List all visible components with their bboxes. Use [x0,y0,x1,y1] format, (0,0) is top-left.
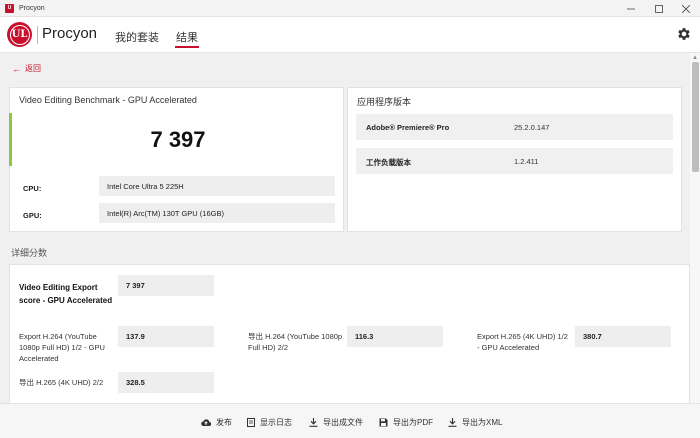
version-app-name: Adobe® Premiere® Pro [366,123,450,132]
export-xml-label: 导出为XML [462,418,503,427]
ul-logo: UL [7,22,32,47]
download-icon [448,418,457,427]
scrollbar-thumb[interactable] [692,62,699,172]
document-icon [247,418,255,427]
minimize-button[interactable] [617,0,645,17]
detail-main-value: 7 397 [118,275,214,296]
cpu-label: CPU: [23,184,42,193]
version-app-value: 25.2.0.147 [514,123,550,132]
benchmark-score: 7 397 [150,127,206,152]
tab-my-suites[interactable]: 我的套装 [115,29,159,45]
ul-logo-text: UL [9,24,30,45]
detail-item-label: Export H.265 (4K UHD) 1/2 - GPU Accelera… [477,332,568,352]
tab-results[interactable]: 结果 [175,29,199,48]
back-link[interactable]: ← 返回 [12,63,41,74]
detail-item-label: 导出 H.265 (4K UHD) 2/2 [19,378,104,387]
save-icon [379,418,388,427]
logo-divider [37,26,38,44]
detail-item-value: 137.9 [118,326,214,347]
details-card: Video Editing Export score - GPU Acceler… [9,264,690,404]
show-log-button[interactable]: 显示日志 [247,417,292,428]
detail-item-value: 328.5 [118,372,214,393]
version-workload-name: 工作负载版本 [366,158,411,167]
cloud-upload-icon [201,419,211,427]
version-row: Adobe® Premiere® Pro 25.2.0.147 [356,114,673,140]
export-file-button[interactable]: 导出成文件 [309,417,363,428]
gpu-value: Intel(R) Arc(TM) 130T GPU (16GB) [99,203,335,223]
maximize-icon [655,4,663,13]
download-icon [309,418,318,427]
export-pdf-button[interactable]: 导出为PDF [379,417,433,428]
app-header: UL Procyon 我的套装 结果 [0,17,700,53]
export-pdf-label: 导出为PDF [393,418,433,427]
close-icon [682,4,690,13]
window-title: Procyon [19,4,45,12]
details-title: 详细分数 [11,248,48,258]
versions-title: 应用程序版本 [357,97,412,107]
cpu-value: Intel Core Ultra 5 225H [99,176,335,196]
back-label: 返回 [25,64,41,73]
export-xml-button[interactable]: 导出为XML [448,417,502,428]
publish-label: 发布 [216,418,232,427]
gpu-label: GPU: [23,211,42,220]
scroll-up-icon[interactable]: ▲ [692,55,698,61]
action-footer: 发布 显示日志 导出成文件 导出为PDF 导出为XML [0,403,700,438]
detail-item-value: 380.7 [575,326,671,347]
show-log-label: 显示日志 [260,418,292,427]
close-button[interactable] [672,0,700,17]
version-row: 工作负载版本 1.2.411 [356,148,673,174]
brand-name: Procyon [42,25,98,42]
minimize-icon [627,8,635,9]
export-file-label: 导出成文件 [323,418,363,427]
detail-item-label: 导出 H.264 (YouTube 1080p Full HD) 2/2 [248,332,343,352]
benchmark-title: Video Editing Benchmark - GPU Accelerate… [19,95,197,105]
gear-icon[interactable] [676,26,692,42]
detail-main-label: Video Editing Export score - GPU Acceler… [19,283,113,305]
detail-item-value: 116.3 [347,326,443,347]
app-icon: U [5,3,14,13]
window-titlebar: U Procyon [0,0,700,17]
version-workload-value: 1.2.411 [514,157,539,166]
publish-button[interactable]: 发布 [201,417,232,428]
maximize-button[interactable] [645,0,673,17]
detail-item-label: Export H.264 (YouTube 1080p Full HD) 1/2… [19,332,105,363]
arrow-left-icon: ← [12,63,21,74]
